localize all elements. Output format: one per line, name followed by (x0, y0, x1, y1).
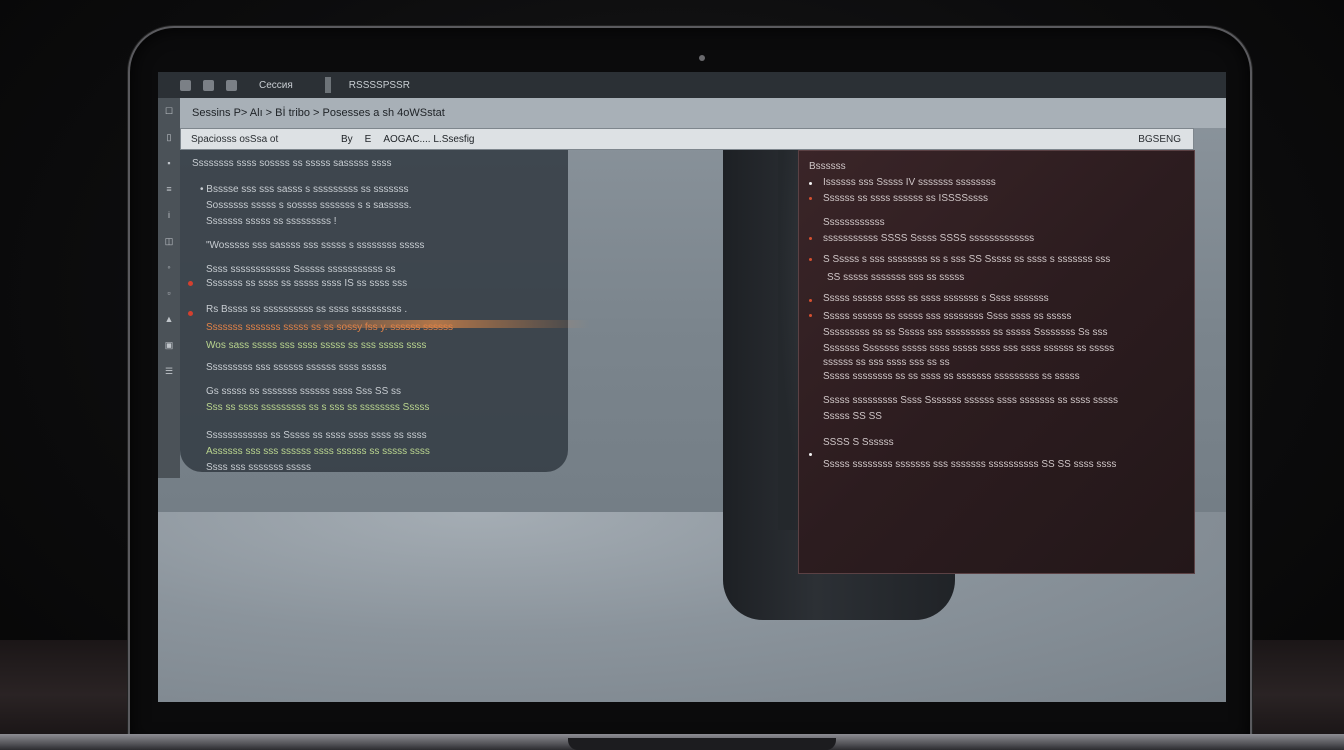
menu-title[interactable]: Сессия (259, 80, 293, 91)
left-panel-line: Gs sssss ss sssssss ssssss ssss Sss SS s… (206, 386, 402, 397)
left-panel-line-highlight: Sssssss sssssss sssss ss ss sossy fss y.… (206, 322, 454, 333)
right-panel-item: Sssss sssssssss Ssss Sssssss ssssss ssss… (823, 395, 1119, 406)
list-icon[interactable]: ≡ (163, 184, 175, 194)
left-panel-line: Ssss ssssssssssss Ssssss sssssssssss ss (206, 264, 396, 275)
laptop-screen: Сессия RSSSSPSSR ☐ ▯ ▪ ≡ i ◫ ◦ ▫ ▲ ▣ ☰ S… (158, 72, 1226, 702)
right-panel-item: SS sssss sssssss sss ss sssss (827, 272, 965, 283)
left-panel-line-green: Wos sass sssss sss ssss sssss ss sss sss… (206, 340, 427, 351)
left-panel-line-green: Assssss sss sss ssssss ssss ssssss ss ss… (206, 446, 430, 457)
menu-bar: Сессия RSSSSPSSR (158, 72, 1226, 98)
left-panel-line: Sssssss ss ssss ss sssss ssss IS ss ssss… (206, 278, 408, 289)
info-icon[interactable]: i (163, 210, 175, 220)
red-status-dot (188, 311, 193, 316)
right-panel-item: ssssss ss sss ssss sss ss ss (823, 357, 950, 368)
left-panel-header: Ssssssss ssss sossss ss sssss sasssss ss… (192, 158, 392, 169)
search-field[interactable]: Spaciosss osSsa ot (181, 134, 329, 145)
right-panel-item: Sssssssss ss ss Sssss sss sssssssss ss s… (823, 327, 1108, 338)
left-panel-line-green: Sss ss ssss sssssssss ss s sss ss ssssss… (206, 402, 430, 413)
menu-icon[interactable]: ☰ (163, 366, 175, 376)
left-panel-line: Ssss sss sssssss sssss (206, 462, 312, 473)
right-panel-item: SSSS S Ssssss (823, 437, 894, 448)
right-panel-item: Issssss sss Sssss IV sssssss ssssssss (823, 177, 996, 188)
bullet-marker (809, 314, 812, 317)
bullet-marker (809, 258, 812, 261)
left-panel-line: "Wosssss sss sassss sss sssss s ssssssss… (206, 240, 425, 251)
calendar-icon[interactable]: ▪ (163, 158, 175, 168)
menu-separator (324, 77, 331, 93)
left-panel-line: Ssssssssssss ss Sssss ss ssss ssss ssss … (206, 430, 427, 441)
folder-icon[interactable]: ▯ (163, 132, 175, 142)
left-panel-line: Sossssss sssss s sossss sssssss s s sass… (206, 200, 412, 211)
user-icon[interactable]: ◦ (163, 262, 175, 272)
right-panel-item: Ssssssssssss (823, 217, 885, 228)
left-panel-line: • Bsssse sss sss sasss s sssssssss ss ss… (200, 184, 409, 195)
right-panel-item: Sssss ssssssss ss ss ssss ss sssssss sss… (823, 371, 1080, 382)
document-icon[interactable]: ☐ (163, 106, 175, 116)
alert-icon[interactable]: ▲ (163, 314, 175, 324)
right-panel-header: Bssssss (809, 161, 846, 172)
image-icon[interactable]: ▣ (163, 340, 175, 350)
left-panel-line: Rs Bssss ss ssssssssss ss ssss sssssssss… (206, 304, 408, 315)
bullet-marker (809, 299, 812, 302)
bullet-marker (809, 453, 812, 456)
left-icon-strip: ☐ ▯ ▪ ≡ i ◫ ◦ ▫ ▲ ▣ ☰ (158, 98, 180, 478)
toolbar-button-1[interactable]: By (329, 134, 353, 145)
right-panel-item: sssssssssss SSSS Sssss SSSS ssssssssssss… (823, 233, 1035, 244)
right-panel-item: Ssssss ss ssss ssssss ss ISSSSssss (823, 193, 989, 204)
breadcrumb-text[interactable]: Sessins P> Alı > Bİ tribo > Posesses a s… (192, 107, 445, 119)
toolbar: Spaciosss osSsa ot By E AOGAC.... L.Sses… (180, 128, 1194, 150)
tag-icon[interactable]: ◫ (163, 236, 175, 246)
right-panel: Bssssss Issssss sss Sssss IV sssssss sss… (798, 150, 1195, 574)
right-panel-item: S Sssss s sss ssssssss ss s sss SS Sssss… (823, 254, 1111, 265)
right-panel-item: Sssss SS SS (823, 411, 882, 422)
toolbar-button-2[interactable]: E (353, 134, 372, 145)
bullet-marker (809, 237, 812, 240)
bullet-marker (809, 197, 812, 200)
laptop-base-notch (568, 738, 836, 750)
toolbar-right-button[interactable]: BGSENG (1138, 134, 1193, 145)
right-panel-item: Sssss ssssssss sssssss sss sssssss sssss… (823, 459, 1117, 470)
breadcrumb: Sessins P> Alı > Bİ tribo > Posesses a s… (180, 98, 1226, 128)
bullet-marker (809, 182, 812, 185)
toolbar-button-3[interactable]: AOGAC.... L.Ssesfig (371, 134, 474, 145)
right-panel-item: Sssssss Sssssss sssss ssss sssss ssss ss… (823, 343, 1115, 354)
camera-icon (699, 55, 705, 61)
right-panel-item: Sssss ssssss ss sssss sss ssssssss Ssss … (823, 311, 1072, 322)
window-control-icon[interactable] (226, 79, 237, 91)
window-control-icon[interactable] (203, 79, 214, 91)
right-panel-item: Sssss ssssss ssss ss ssss sssssss s Ssss… (823, 293, 1049, 304)
red-status-dot (188, 281, 193, 286)
window-control-icon[interactable] (180, 79, 191, 91)
left-panel: Ssssssss ssss sossss ss sssss sasssss ss… (180, 150, 590, 473)
settings-icon[interactable]: ▫ (163, 288, 175, 298)
left-panel-line: Sssssss sssss ss sssssssss ! (206, 216, 337, 227)
left-panel-line: Sssssssss sss ssssss ssssss ssss sssss (206, 362, 387, 373)
menu-title-secondary[interactable]: RSSSSPSSR (349, 80, 410, 91)
